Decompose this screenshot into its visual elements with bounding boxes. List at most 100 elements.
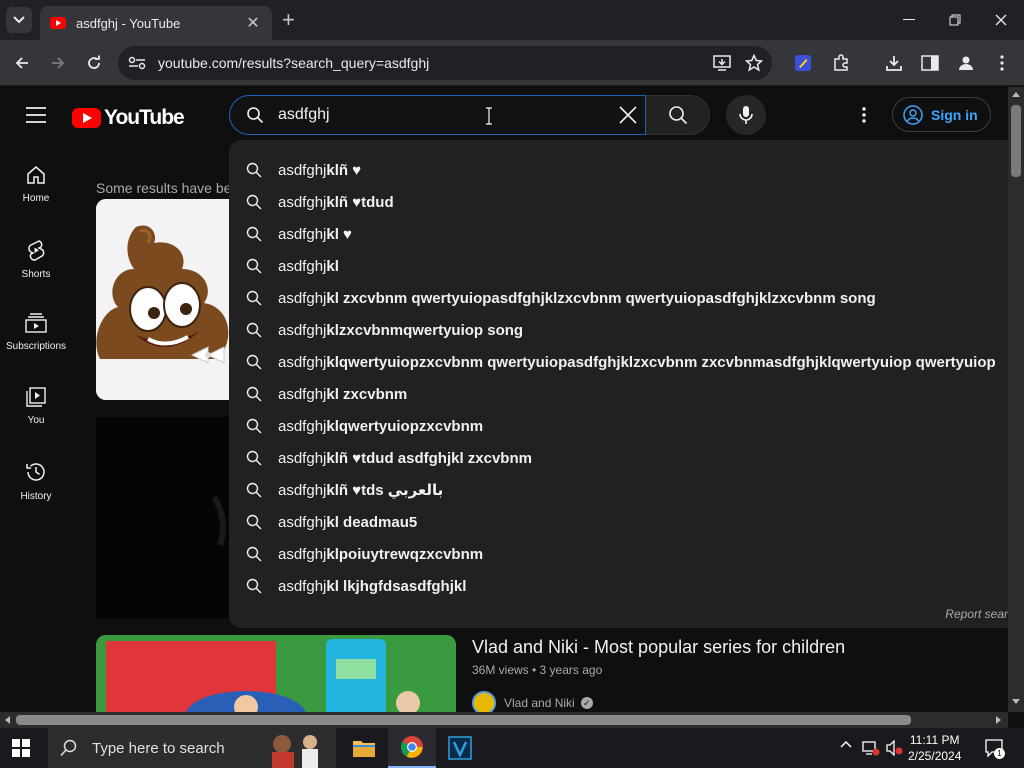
channel-avatar[interactable] xyxy=(472,691,496,712)
subscriptions-icon xyxy=(25,313,47,333)
horizontal-scrollbar[interactable] xyxy=(0,712,1008,728)
kebab-menu-icon xyxy=(1000,55,1004,71)
address-bar[interactable]: youtube.com/results?search_query=asdfghj xyxy=(118,46,772,80)
search-input[interactable]: asdfghj xyxy=(229,95,646,135)
suggestion-typed-part: asdfghj xyxy=(278,257,327,275)
pen-extension-icon xyxy=(795,55,811,71)
profile-button[interactable] xyxy=(954,51,978,75)
new-tab-button[interactable]: + xyxy=(282,9,295,31)
suggestion-completion-part: kl zxcvbnm qwertyuiopasdfghjklzxcvbnm qw… xyxy=(326,289,876,307)
suggestion-completion-part: klpoiuytrewqzxcvbnm xyxy=(326,545,484,563)
suggestion-completion-part: klñ ♥tds بالعربي xyxy=(326,482,444,499)
tab-search-button[interactable] xyxy=(6,7,32,33)
taskbar-file-explorer[interactable] xyxy=(340,728,388,768)
you-library-icon xyxy=(26,387,46,407)
search-icon xyxy=(246,194,262,210)
search-suggestion-item[interactable]: asdfghjkl deadmau5 xyxy=(229,506,1008,538)
search-icon xyxy=(246,546,262,562)
search-suggestion-item[interactable]: asdfghjklñ ♥tds بالعربي xyxy=(229,474,1008,506)
nav-item-you[interactable]: You xyxy=(0,387,72,453)
volume-muted-icon[interactable] xyxy=(886,740,904,756)
search-suggestion-item[interactable]: asdfghjklñ ♥tdud xyxy=(229,186,1008,218)
search-suggestion-item[interactable]: asdfghjklpoiuytrewqzxcvbnm xyxy=(229,538,1008,570)
search-highlight-illustration xyxy=(272,735,318,768)
show-hidden-icons-icon[interactable] xyxy=(840,740,852,748)
extensions-button[interactable] xyxy=(829,51,853,75)
channel-name[interactable]: Vlad and Niki xyxy=(504,696,575,710)
horizontal-scrollbar-thumb[interactable] xyxy=(16,715,911,725)
voice-search-button[interactable] xyxy=(726,95,766,135)
restore-window-button[interactable] xyxy=(943,8,967,32)
site-settings-icon[interactable] xyxy=(128,56,146,70)
start-button[interactable] xyxy=(12,739,30,757)
search-suggestion-item[interactable]: asdfghjklqwertyuiopzxcvbnm xyxy=(229,410,1008,442)
search-suggestion-item[interactable]: asdfghjkl zxcvbnm qwertyuiopasdfghjklzxc… xyxy=(229,282,1008,314)
vertical-scrollbar-thumb[interactable] xyxy=(1011,105,1021,177)
settings-menu-button[interactable] xyxy=(852,103,876,127)
guide-menu-button[interactable] xyxy=(26,107,46,128)
side-panel-button[interactable] xyxy=(918,51,942,75)
close-tab-icon[interactable]: ✕ xyxy=(244,13,262,33)
search-suggestion-item[interactable]: asdfghjklzxcvbnmqwertyuiop song xyxy=(229,314,1008,346)
bookmark-button[interactable] xyxy=(742,51,766,75)
search-button[interactable] xyxy=(646,95,710,135)
scroll-right-arrow-icon[interactable] xyxy=(996,716,1002,724)
forward-button[interactable] xyxy=(46,51,70,75)
search-icon xyxy=(246,482,262,498)
reload-button[interactable] xyxy=(82,51,106,75)
suggestion-text: asdfghjkl xyxy=(278,258,339,275)
text-cursor-icon xyxy=(486,107,492,125)
system-clock[interactable]: 11:11 PM 2/25/2024 xyxy=(908,732,961,764)
nav-item-home[interactable]: Home xyxy=(0,165,72,231)
taskbar-search-box[interactable]: Type here to search xyxy=(48,728,336,768)
extension-pen-button[interactable] xyxy=(791,51,815,75)
scroll-up-arrow-icon[interactable] xyxy=(1012,91,1020,97)
home-icon xyxy=(27,166,45,184)
network-icon[interactable] xyxy=(862,740,880,756)
report-suggestions-link[interactable]: Report sear xyxy=(945,607,1008,621)
channel-row[interactable]: Vlad and Niki ✓ xyxy=(472,691,593,712)
search-suggestion-item[interactable]: asdfghjkl xyxy=(229,250,1008,282)
nav-item-subscriptions[interactable]: Subscriptions xyxy=(0,313,72,379)
vertical-scrollbar[interactable] xyxy=(1008,87,1024,712)
search-suggestion-item[interactable]: asdfghjkl ♥ xyxy=(229,218,1008,250)
browser-menu-button[interactable] xyxy=(990,51,1014,75)
tab-title: asdfghj - YouTube xyxy=(76,15,181,31)
search-suggestion-item[interactable]: asdfghjklñ ♥tdud asdfghjkl zxcvbnm xyxy=(229,442,1008,474)
close-window-button[interactable] xyxy=(989,8,1013,32)
suggestion-text: asdfghjklpoiuytrewqzxcvbnm xyxy=(278,546,483,563)
action-center-button[interactable]: 1 xyxy=(984,738,1005,759)
youtube-logo[interactable]: YouTube xyxy=(72,106,185,130)
search-suggestion-item[interactable]: asdfghjklñ ♥ xyxy=(229,154,1008,186)
browser-tab-active[interactable]: asdfghj - YouTube ✕ xyxy=(40,6,272,40)
taskbar-v-app[interactable] xyxy=(436,728,484,768)
downloads-button[interactable] xyxy=(882,51,906,75)
video-thumbnail-2[interactable] xyxy=(96,417,236,618)
search-suggestion-item[interactable]: asdfghjklqwertyuiopzxcvbnm qwertyuiopasd… xyxy=(229,346,1008,378)
clock-time: 11:11 PM xyxy=(909,733,960,747)
search-suggestion-item[interactable]: asdfghjkl zxcvbnm xyxy=(229,378,1008,410)
video-title-link[interactable]: Vlad and Niki - Most popular series for … xyxy=(472,637,845,658)
back-button[interactable] xyxy=(10,51,34,75)
verified-badge-icon: ✓ xyxy=(580,697,593,709)
chevron-down-icon xyxy=(13,16,25,24)
search-suggestion-item[interactable]: asdfghjkl lkjhgfdsasdfghjkl xyxy=(229,570,1008,602)
scroll-down-arrow-icon[interactable] xyxy=(1012,699,1020,705)
sign-in-button[interactable]: Sign in xyxy=(892,97,991,132)
youtube-page: YouTube asdfghj Sign in Home Shorts Subs… xyxy=(0,87,1008,712)
clock-date: 2/25/2024 xyxy=(908,749,962,763)
taskbar-chrome[interactable] xyxy=(388,728,436,768)
install-app-button[interactable] xyxy=(710,51,734,75)
search-icon xyxy=(246,578,262,594)
nav-item-shorts[interactable]: Shorts xyxy=(0,239,72,305)
dark-video-frame xyxy=(96,417,236,618)
scroll-left-arrow-icon[interactable] xyxy=(4,716,10,724)
minimize-window-button[interactable] xyxy=(897,8,921,32)
video-thumbnail-1[interactable] xyxy=(96,199,236,400)
clear-search-icon[interactable] xyxy=(617,104,639,126)
suggestion-text: asdfghjklqwertyuiopzxcvbnm qwertyuiopasd… xyxy=(278,354,996,371)
suggestion-text: asdfghjklzxcvbnmqwertyuiop song xyxy=(278,322,523,339)
results-notice: Some results have be xyxy=(96,180,232,196)
video-thumbnail-3[interactable] xyxy=(96,635,456,712)
nav-item-history[interactable]: History xyxy=(0,461,72,527)
